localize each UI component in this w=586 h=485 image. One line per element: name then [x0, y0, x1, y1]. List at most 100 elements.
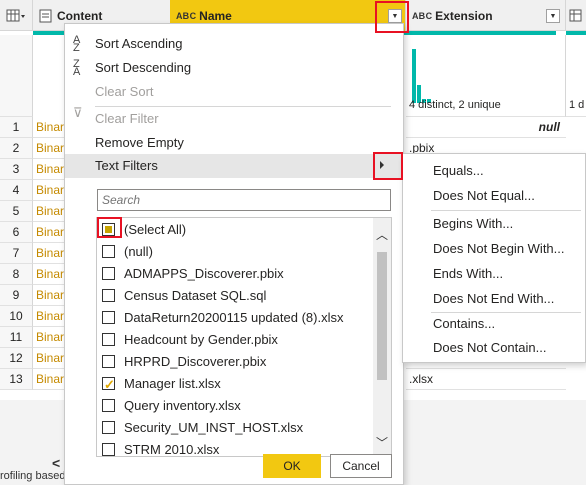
checkbox[interactable] [102, 245, 115, 258]
filter-list-item-label: Census Dataset SQL.sql [124, 288, 267, 303]
highlight-box-select-all [97, 217, 122, 238]
checkbox[interactable] [102, 311, 115, 324]
filter-list-item[interactable]: Security_UM_INST_HOST.xlsx [102, 417, 303, 439]
submenu-does-not-end-with[interactable]: Does Not End With... [403, 286, 585, 311]
scroll-up-icon[interactable]: ︿ [376, 226, 388, 243]
filter-list-item[interactable]: Census Dataset SQL.sql [102, 285, 266, 307]
text-filters-submenu: Equals... Does Not Equal... Begins With.… [402, 153, 586, 363]
filter-list-item-label: Security_UM_INST_HOST.xlsx [124, 420, 304, 435]
submenu-does-not-contain[interactable]: Does Not Contain... [403, 335, 585, 360]
filter-list-item[interactable]: HRPRD_Discoverer.pbix [102, 351, 266, 373]
submenu-does-not-equal[interactable]: Does Not Equal... [403, 183, 585, 208]
filter-list-item[interactable]: ✓ Manager list.xlsx [102, 373, 221, 395]
checkbox-checked[interactable]: ✓ [102, 377, 115, 392]
row-number[interactable]: 5 [0, 201, 33, 222]
extension-filter-dropdown-button[interactable]: ▼ [546, 9, 560, 23]
menu-label: Clear Filter [95, 111, 159, 126]
next-col-distribution: 1 d [566, 35, 586, 117]
menu-label: Remove Empty [95, 135, 184, 150]
filter-list-item[interactable]: DataReturn20200115 updated (8).xlsx [102, 307, 343, 329]
chevron-down-icon: ▼ [549, 12, 557, 20]
row-number[interactable]: 7 [0, 243, 33, 264]
filter-list-item[interactable]: Headcount by Gender.pbix [102, 329, 278, 351]
scroll-left-icon[interactable]: < [52, 455, 60, 471]
menu-label: Sort Ascending [95, 36, 183, 51]
filter-list-item-label: (null) [124, 244, 153, 259]
menu-clear-sort[interactable]: Clear Sort [65, 80, 403, 104]
table-type-icon [569, 9, 582, 21]
cell-extension[interactable]: .xlsx [406, 369, 566, 390]
menu-label: Text Filters [95, 158, 158, 173]
menu-clear-filter[interactable]: ⊽ Clear Filter [65, 105, 403, 131]
submenu-ends-with[interactable]: Ends With... [403, 261, 585, 286]
distinct-count-label: 4 distinct, 2 unique [409, 99, 501, 111]
sort-ascending-icon: AZ [73, 34, 81, 54]
menu-text-filters[interactable]: Text Filters [65, 154, 403, 178]
filter-list-item-label: DataReturn20200115 updated (8).xlsx [124, 310, 344, 325]
row-number[interactable]: 9 [0, 285, 33, 306]
distinct-count-label: 1 d [569, 99, 585, 111]
text-type-icon: A B C [176, 10, 196, 21]
clear-filter-icon: ⊽ [73, 105, 83, 120]
filter-list-item-label: ADMAPPS_Discoverer.pbix [124, 266, 284, 281]
checkbox[interactable] [102, 267, 115, 280]
column-header-content-label: Content [57, 8, 103, 23]
filter-search-input[interactable] [97, 189, 391, 211]
column-header-name-label: Name [199, 8, 232, 23]
checkbox[interactable] [102, 289, 115, 302]
highlight-box-name-dropdown [375, 1, 409, 33]
column-header-next[interactable] [566, 0, 586, 31]
checkmark-icon: ✓ [104, 377, 115, 392]
extension-distribution: 4 distinct, 2 unique [406, 35, 566, 117]
submenu-does-not-begin-with[interactable]: Does Not Begin With... [403, 236, 585, 261]
row-number[interactable]: 1 [0, 117, 33, 138]
row-number[interactable]: 4 [0, 180, 33, 201]
checkbox[interactable] [102, 355, 115, 368]
menu-remove-empty[interactable]: Remove Empty [65, 131, 403, 155]
row-number[interactable]: 10 [0, 306, 33, 327]
menu-label: Sort Descending [95, 60, 192, 75]
filter-values-list: (Select All) (null) ADMAPPS_Discoverer.pbi… [96, 217, 392, 457]
checkbox[interactable] [102, 333, 115, 346]
filter-list-item-label: STRM 2010.xlsx [124, 442, 220, 457]
submenu-begins-with[interactable]: Begins With... [403, 211, 585, 236]
filter-list-item[interactable]: (null) [102, 241, 153, 263]
distribution-histogram [412, 49, 431, 103]
text-type-icon: A B C [412, 10, 432, 21]
status-bar-text: rofiling based [0, 470, 66, 482]
row-number[interactable]: 12 [0, 348, 33, 369]
checkbox[interactable] [102, 443, 115, 456]
highlight-box-text-filters-arrow [373, 152, 403, 180]
menu-sort-ascending[interactable]: AZ Sort Ascending [65, 32, 403, 56]
column-header-extension[interactable]: A B C Extension ▼ [406, 0, 566, 31]
row-number[interactable]: 11 [0, 327, 33, 348]
filter-list-item[interactable]: ADMAPPS_Discoverer.pbix [102, 263, 284, 285]
cancel-button[interactable]: Cancel [330, 454, 392, 478]
filter-list-item[interactable]: STRM 2010.xlsx [102, 439, 220, 457]
checkbox[interactable] [102, 399, 115, 412]
cell-extension[interactable]: null [406, 117, 566, 138]
ok-button[interactable]: OK [263, 454, 321, 478]
submenu-equals[interactable]: Equals... [403, 158, 585, 183]
row-number[interactable]: 8 [0, 264, 33, 285]
sort-descending-icon: ZA [73, 58, 81, 78]
filter-list-item-label: Headcount by Gender.pbix [124, 332, 278, 347]
table-icon [6, 9, 25, 21]
list-vertical-scrollbar[interactable]: ︿ ﹀ [373, 218, 391, 456]
filter-list-item-label: Manager list.xlsx [124, 376, 221, 391]
row-number[interactable]: 2 [0, 138, 33, 159]
row-number[interactable]: 3 [0, 159, 33, 180]
filter-list-item[interactable]: Query inventory.xlsx [102, 395, 241, 417]
submenu-contains[interactable]: Contains... [403, 311, 585, 336]
row-number[interactable]: 6 [0, 222, 33, 243]
column-filter-menu: AZ Sort Ascending ZA Sort Descending Cle… [64, 23, 404, 485]
column-header-extension-label: Extension [435, 8, 493, 23]
filter-list-item-label: Query inventory.xlsx [124, 398, 241, 413]
row-number[interactable]: 13 [0, 369, 33, 390]
table-menu-button[interactable] [0, 0, 33, 31]
scrollbar-thumb[interactable] [377, 252, 387, 380]
menu-label: Clear Sort [95, 84, 154, 99]
scroll-down-icon[interactable]: ﹀ [376, 434, 388, 451]
checkbox[interactable] [102, 421, 115, 434]
menu-sort-descending[interactable]: ZA Sort Descending [65, 56, 403, 80]
